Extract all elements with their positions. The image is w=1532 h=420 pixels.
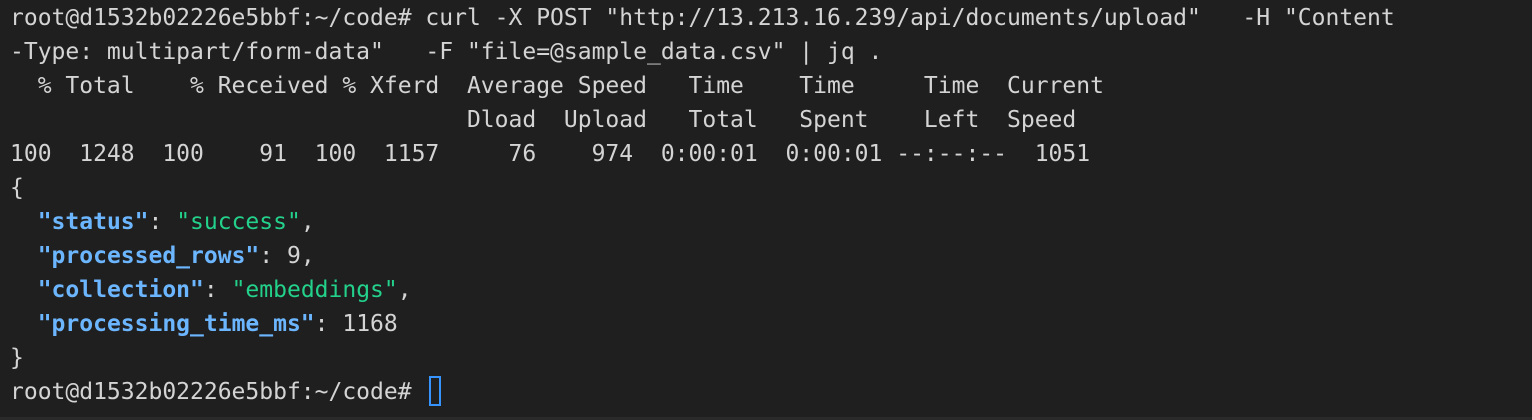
json-separator: : — [148, 209, 177, 235]
json-key: "processed_rows" — [37, 243, 260, 269]
json-value: 1168 — [342, 311, 398, 337]
json-key: "processing_time_ms" — [37, 311, 315, 337]
json-field-collection: "collection": "embeddings", — [10, 273, 1532, 307]
terminal-window[interactable]: root@d1532b02226e5bbf:~/code# curl -X PO… — [0, 1, 1532, 420]
curl-progress-values: 100 1248 100 91 100 1157 76 974 0:00:01 … — [10, 141, 1091, 167]
json-comma: , — [300, 209, 315, 235]
json-close-brace: } — [10, 345, 24, 371]
shell-prompt: root@d1532b02226e5bbf:~/code# — [10, 379, 426, 405]
json-separator: : — [314, 311, 343, 337]
curl-progress-header-1: % Total % Received % Xferd Average Speed… — [10, 73, 1104, 99]
json-separator: : — [203, 277, 232, 303]
json-field-processed-rows: "processed_rows": 9, — [10, 239, 1532, 273]
json-comma: , — [397, 277, 412, 303]
json-key: "status" — [37, 209, 149, 235]
json-value: 9 — [286, 243, 301, 269]
json-value: "embeddings" — [231, 277, 398, 303]
prompt-line[interactable]: root@d1532b02226e5bbf:~/code# — [10, 375, 1532, 409]
json-field-status: "status": "success", — [10, 205, 1532, 239]
command-line-2: -Type: multipart/form-data" -F "file=@sa… — [10, 39, 883, 65]
text-cursor — [429, 376, 442, 406]
json-value: "success" — [176, 209, 301, 235]
json-separator: : — [259, 243, 287, 269]
json-key: "collection" — [37, 277, 204, 303]
command-line-1: root@d1532b02226e5bbf:~/code# curl -X PO… — [10, 5, 1395, 31]
json-open-brace: { — [10, 175, 24, 201]
curl-progress-header-2: Dload Upload Total Spent Left Speed — [10, 107, 1077, 133]
json-comma: , — [300, 243, 315, 269]
json-field-processing-time: "processing_time_ms": 1168 — [10, 307, 1532, 341]
